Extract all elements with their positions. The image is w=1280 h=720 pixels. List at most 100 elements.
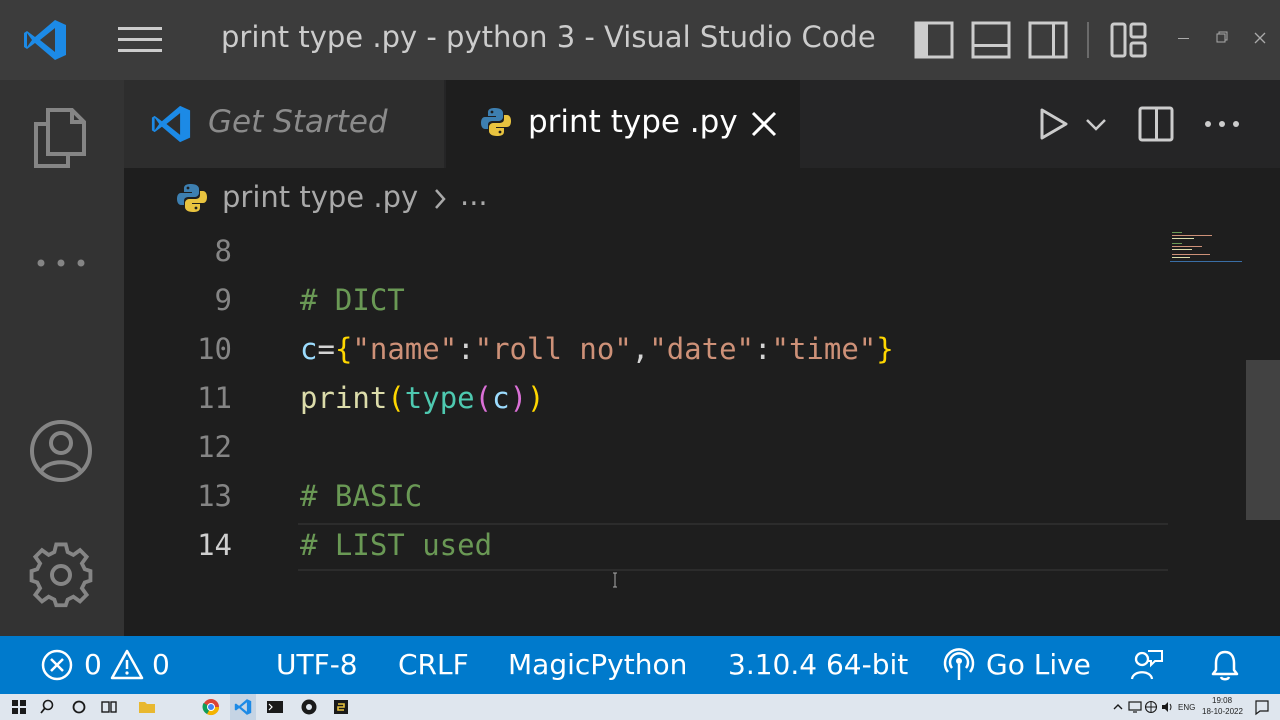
chevron-right-icon — [435, 189, 446, 209]
hamburger-menu-icon[interactable] — [116, 22, 164, 58]
taskbar-vscode-active[interactable] — [230, 694, 256, 720]
status-bar: 0 0 UTF-8 CRLF MagicPython 3.10.4 64-bit… — [0, 636, 1280, 694]
python-file-icon — [177, 184, 207, 212]
code-string: "roll no" — [474, 332, 632, 366]
code-paren: ( — [474, 381, 493, 415]
accounts-icon[interactable] — [26, 416, 96, 486]
more-actions-ellipsis-icon[interactable] — [1202, 102, 1242, 146]
tab-label: print type .py — [528, 104, 738, 140]
line-number: 11 — [197, 381, 232, 415]
notifications-bell-icon[interactable] — [1208, 648, 1242, 682]
code-line-10: c={"name":"roll no","date":"time"} — [300, 332, 894, 366]
split-editor-icon[interactable] — [1136, 102, 1176, 146]
network-icon[interactable] — [1128, 698, 1142, 716]
run-python-file-icon[interactable] — [1034, 102, 1074, 146]
language-mode-selector[interactable]: MagicPython — [508, 648, 687, 681]
title-bar-separator — [1087, 22, 1089, 58]
error-icon[interactable] — [40, 648, 74, 682]
vscode-logo-icon — [24, 20, 66, 60]
windows-start-icon[interactable] — [10, 698, 28, 716]
go-live-button[interactable]: Go Live — [986, 648, 1091, 681]
run-options-chevron-down-icon[interactable] — [1082, 102, 1110, 146]
tab-get-started[interactable]: Get Started — [124, 80, 444, 168]
close-window-icon[interactable] — [1250, 28, 1270, 48]
show-hidden-icons-chevron-icon[interactable] — [1112, 698, 1124, 716]
breadcrumb: print type .py ... — [124, 168, 1280, 230]
line-number-active: 14 — [197, 528, 232, 562]
breadcrumb-symbols[interactable]: ... — [460, 178, 488, 212]
tab-print-type-py[interactable]: print type .py — [446, 80, 800, 168]
explorer-files-icon[interactable] — [26, 102, 96, 172]
clock-date[interactable]: 18-10-2022 — [1202, 707, 1243, 716]
code-line-13: # BASIC — [300, 479, 422, 513]
line-number: 10 — [197, 332, 232, 366]
volume-icon[interactable] — [1160, 698, 1174, 716]
code-paren: ) — [527, 381, 545, 415]
code-variable: c — [300, 332, 318, 366]
code-builtin: type — [404, 381, 475, 415]
warning-count[interactable]: 0 — [152, 648, 170, 681]
code-editor[interactable]: 8 9 10 11 12 13 14 # DICT c={"name":"rol… — [124, 230, 1280, 636]
code-function: print — [300, 381, 388, 415]
customize-layout-icon[interactable] — [1109, 20, 1149, 60]
code-operator: : — [457, 332, 475, 366]
code-line-9: # DICT — [300, 283, 405, 317]
task-view-icon[interactable] — [100, 698, 118, 716]
vertical-scrollbar-thumb[interactable] — [1246, 360, 1280, 520]
cortana-icon[interactable] — [70, 698, 88, 716]
chrome-icon[interactable] — [202, 698, 220, 716]
broadcast-live-icon[interactable] — [942, 648, 976, 682]
code-line-14: # LIST used — [300, 528, 492, 562]
python-file-icon — [481, 108, 511, 136]
code-comment: # DICT — [300, 283, 405, 317]
minimize-window-icon[interactable] — [1174, 28, 1194, 48]
title-bar: print type .py - python 3 - Visual Studi… — [0, 0, 1280, 80]
vscode-logo-icon — [234, 699, 252, 715]
python-idle-icon[interactable] — [332, 698, 350, 716]
minimap[interactable] — [1170, 230, 1242, 264]
notifications-center-icon[interactable] — [1254, 698, 1270, 716]
code-operator: , — [631, 332, 650, 366]
line-number: 9 — [214, 283, 232, 317]
input-language-indicator[interactable]: ENG — [1178, 703, 1195, 712]
code-string: "date" — [649, 332, 755, 366]
end-of-line-selector[interactable]: CRLF — [398, 648, 469, 681]
code-brace: } — [876, 332, 894, 366]
windows-taskbar: ENG 19:08 18-10-2022 — [0, 694, 1280, 720]
code-comment: # LIST used — [300, 528, 493, 562]
line-number: 8 — [214, 234, 232, 268]
code-operator: : — [754, 332, 772, 366]
code-comment: # BASIC — [300, 479, 423, 513]
search-icon[interactable] — [38, 698, 56, 716]
settings-gear-icon[interactable] — [26, 540, 96, 610]
toggle-primary-sidebar-icon[interactable] — [914, 20, 954, 60]
code-string: "time" — [771, 332, 877, 366]
obs-icon[interactable] — [300, 698, 318, 716]
code-operator: = — [317, 332, 335, 366]
toggle-panel-icon[interactable] — [971, 20, 1011, 60]
code-paren: ( — [387, 381, 405, 415]
file-explorer-icon[interactable] — [138, 698, 156, 716]
code-variable: c — [492, 381, 510, 415]
code-string: "name" — [352, 332, 458, 366]
terminal-icon[interactable] — [266, 698, 284, 716]
editor-tab-strip: Get Started print type .py — [124, 80, 1280, 168]
activity-bar — [0, 80, 124, 636]
warning-icon[interactable] — [110, 648, 144, 682]
code-line-11: print(type(c)) — [300, 381, 545, 415]
window-title: print type .py - python 3 - Visual Studi… — [221, 20, 876, 54]
more-views-icon[interactable] — [26, 228, 96, 298]
globe-icon[interactable] — [1144, 698, 1158, 716]
vscode-logo-icon — [151, 105, 191, 143]
close-tab-icon[interactable] — [748, 108, 780, 140]
toggle-secondary-sidebar-icon[interactable] — [1028, 20, 1068, 60]
breadcrumb-file[interactable]: print type .py — [222, 180, 418, 214]
restore-window-icon[interactable] — [1212, 28, 1232, 48]
feedback-person-icon[interactable] — [1130, 648, 1164, 682]
clock-time[interactable]: 19:08 — [1212, 696, 1232, 705]
line-number: 12 — [197, 430, 232, 464]
error-count[interactable]: 0 — [84, 648, 102, 681]
python-interpreter-selector[interactable]: 3.10.4 64-bit — [728, 648, 908, 681]
tab-label: Get Started — [208, 104, 388, 140]
encoding-selector[interactable]: UTF-8 — [276, 648, 358, 681]
